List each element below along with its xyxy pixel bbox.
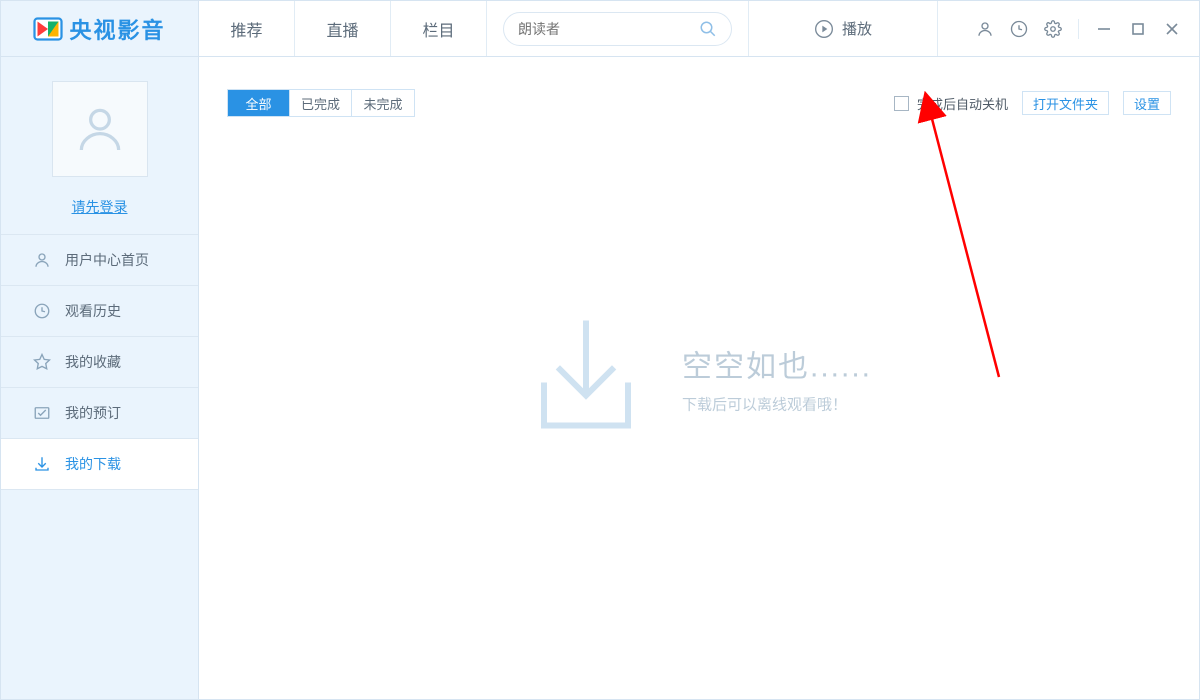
play-label: 播放: [842, 18, 872, 39]
settings-icon[interactable]: [1044, 20, 1062, 38]
download-empty-icon: [526, 316, 646, 441]
empty-text: 空空如也...... 下载后可以离线观看哦！: [682, 342, 872, 415]
toolbar-right: 完成后自动关机 打开文件夹 设置: [894, 91, 1171, 115]
check-box-icon: [33, 404, 51, 422]
filter-tab-all[interactable]: 全部: [228, 90, 290, 116]
user-icon: [33, 251, 51, 269]
system-area: [938, 1, 1199, 56]
star-icon: [33, 353, 51, 371]
empty-subtitle: 下载后可以离线观看哦！: [682, 394, 872, 415]
user-icon[interactable]: [976, 20, 994, 38]
filter-tabs: 全部 已完成 未完成: [227, 89, 415, 117]
top-nav: 推荐 直播 栏目: [199, 1, 487, 56]
search-box[interactable]: [503, 12, 732, 46]
download-icon: [33, 455, 51, 473]
empty-title: 空空如也......: [682, 342, 872, 386]
sidebar-item-label: 我的收藏: [65, 352, 121, 372]
app-logo-area: 央视影音: [1, 1, 199, 56]
sidebar-item-downloads[interactable]: 我的下载: [1, 438, 198, 490]
history-icon: [33, 302, 51, 320]
play-button[interactable]: 播放: [748, 1, 938, 56]
message-icon[interactable]: [1010, 20, 1028, 38]
login-link[interactable]: 请先登录: [72, 197, 128, 217]
main-content: 全部 已完成 未完成 完成后自动关机 打开文件夹 设置: [199, 57, 1199, 699]
auto-shutdown-label: 完成后自动关机: [917, 94, 1008, 113]
sidebar-items: 用户中心首页 观看历史 我的收藏 我的预订 我的下载: [1, 235, 198, 490]
sidebar-item-label: 用户中心首页: [65, 250, 149, 270]
window-close-icon[interactable]: [1163, 22, 1181, 36]
window-maximize-icon[interactable]: [1129, 22, 1147, 36]
sidebar-item-label: 我的下载: [65, 454, 121, 474]
search-area: [487, 1, 748, 56]
sidebar-item-user-center[interactable]: 用户中心首页: [1, 234, 198, 286]
window-minimize-icon[interactable]: [1095, 22, 1113, 36]
nav-recommend[interactable]: 推荐: [199, 1, 295, 56]
play-icon: [814, 19, 834, 39]
search-input[interactable]: [518, 21, 699, 37]
open-folder-button[interactable]: 打开文件夹: [1022, 91, 1109, 115]
titlebar: 央视影音 推荐 直播 栏目 播放: [1, 1, 1199, 57]
sidebar-item-favorites[interactable]: 我的收藏: [1, 336, 198, 388]
nav-programs[interactable]: 栏目: [391, 1, 487, 56]
nav-live[interactable]: 直播: [295, 1, 391, 56]
toolbar: 全部 已完成 未完成 完成后自动关机 打开文件夹 设置: [199, 57, 1199, 125]
avatar-placeholder[interactable]: [52, 81, 148, 177]
checkbox-icon: [894, 96, 909, 111]
sidebar-item-history[interactable]: 观看历史: [1, 285, 198, 337]
sidebar-item-label: 我的预订: [65, 403, 121, 423]
search-icon[interactable]: [699, 20, 717, 38]
sys-separator: [1078, 19, 1079, 39]
filter-tab-done[interactable]: 已完成: [290, 90, 352, 116]
settings-button[interactable]: 设置: [1123, 91, 1171, 115]
sidebar-item-label: 观看历史: [65, 301, 121, 321]
empty-state: 空空如也...... 下载后可以离线观看哦！: [526, 316, 872, 441]
filter-tab-undone[interactable]: 未完成: [352, 90, 414, 116]
app-logo-icon: [33, 14, 63, 44]
sidebar: 请先登录 用户中心首页 观看历史 我的收藏 我的预订 我的下载: [1, 57, 199, 699]
app-name: 央视影音: [69, 13, 165, 45]
sidebar-item-reservation[interactable]: 我的预订: [1, 387, 198, 439]
profile-area: 请先登录: [1, 57, 198, 235]
auto-shutdown-checkbox[interactable]: 完成后自动关机: [894, 94, 1008, 113]
